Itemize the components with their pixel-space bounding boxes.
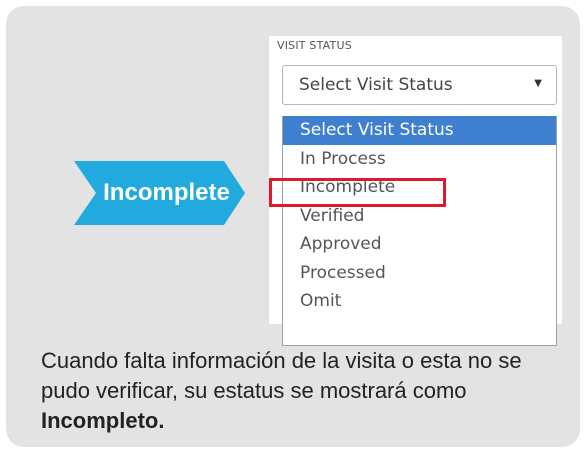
caption-bold-status: Incompleto.	[41, 408, 165, 433]
visit-status-label: VISIT STATUS	[277, 39, 352, 52]
visit-status-options-list: Select Visit Status In Process Incomplet…	[282, 116, 557, 346]
info-card: VISIT STATUS Select Visit Status ▼ Selec…	[6, 6, 580, 447]
caption-body: Cuando falta información de la visita o …	[41, 348, 522, 403]
option-processed[interactable]: Processed	[283, 259, 556, 288]
option-select-visit-status[interactable]: Select Visit Status	[283, 116, 556, 145]
select-current-value: Select Visit Status	[299, 75, 453, 95]
incomplete-highlight-box	[269, 178, 446, 207]
chevron-down-icon: ▼	[534, 78, 542, 89]
caption-text: Cuando falta información de la visita o …	[41, 346, 571, 436]
incomplete-callout-arrow: Incomplete	[74, 161, 245, 225]
option-in-process[interactable]: In Process	[283, 145, 556, 174]
option-approved[interactable]: Approved	[283, 230, 556, 259]
callout-label: Incomplete	[103, 179, 230, 206]
option-omit[interactable]: Omit	[283, 287, 556, 316]
visit-status-select[interactable]: Select Visit Status ▼	[282, 65, 557, 105]
